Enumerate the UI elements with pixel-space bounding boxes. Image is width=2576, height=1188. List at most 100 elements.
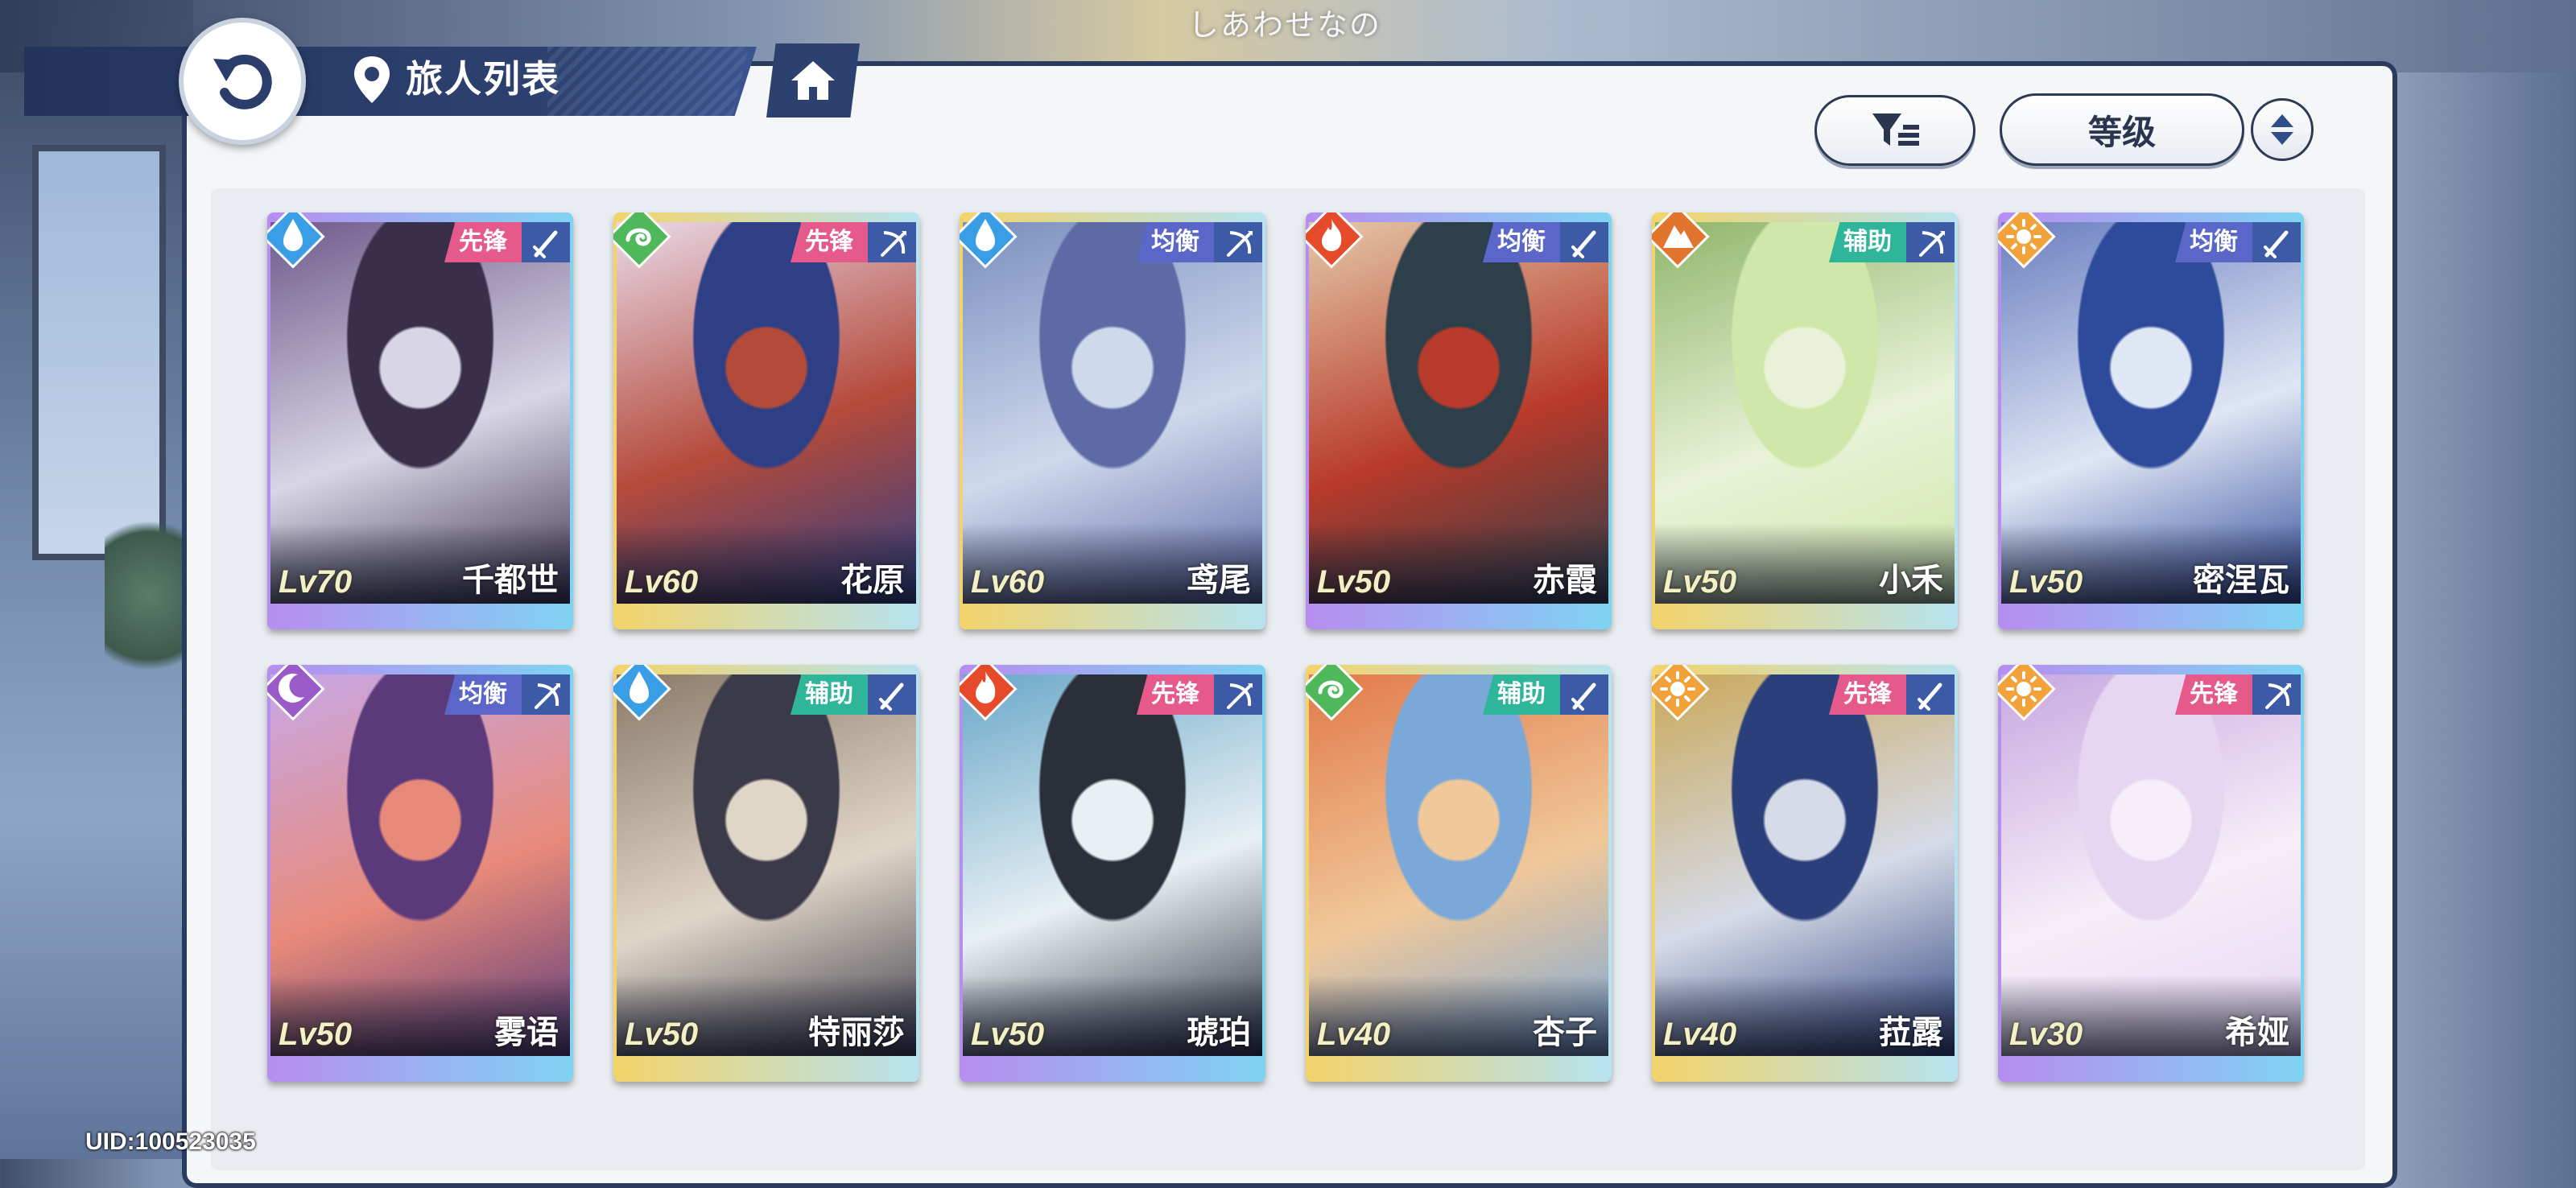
role-badge: 辅助: [1829, 222, 1906, 262]
role-badge: 均衡: [1137, 222, 1214, 262]
level-label: Lv50: [971, 1017, 1045, 1052]
role-badge: 均衡: [444, 674, 522, 715]
dark-moon-icon: [267, 665, 325, 721]
rarity-band: [267, 604, 573, 629]
level-label: Lv50: [1663, 564, 1737, 600]
character-name: 密涅瓦: [2193, 563, 2289, 598]
light-sun-icon: [1998, 665, 2056, 721]
character-card[interactable]: 辅助 Lv40 杏子: [1306, 665, 1612, 1082]
water-drop-icon: [613, 665, 671, 721]
sort-descending-icon: [2271, 132, 2293, 145]
role-badge: 均衡: [2175, 222, 2252, 262]
user-id: UID:100523035: [85, 1128, 256, 1155]
sword-icon: [1560, 674, 1608, 715]
rarity-band: [960, 604, 1265, 629]
level-label: Lv60: [625, 564, 699, 600]
sword-icon: [1560, 222, 1608, 262]
character-name: 花原: [840, 563, 905, 598]
background-window: [32, 145, 166, 560]
role-badge: 均衡: [1483, 222, 1560, 262]
character-name: 琥珀: [1187, 1015, 1251, 1050]
back-arrow-icon: [213, 54, 272, 109]
level-label: Lv40: [1317, 1017, 1391, 1052]
bow-icon: [1214, 674, 1262, 715]
light-sun-icon: [1998, 212, 2056, 269]
rarity-band: [1652, 1056, 1958, 1082]
rarity-band: [1998, 604, 2304, 629]
character-card[interactable]: 均衡 Lv50 赤霞: [1306, 212, 1612, 629]
earth-mountain-icon: [1652, 212, 1710, 269]
character-name: 小禾: [1879, 563, 1943, 598]
character-card[interactable]: 先锋 Lv50 琥珀: [960, 665, 1265, 1082]
bow-icon: [1214, 222, 1262, 262]
character-card[interactable]: 均衡 Lv50 密涅瓦: [1998, 212, 2304, 629]
character-card[interactable]: 先锋 Lv40 菈露: [1652, 665, 1958, 1082]
character-name: 希娅: [2225, 1015, 2289, 1050]
sort-order-toggle[interactable]: [2251, 98, 2314, 161]
character-name: 赤霞: [1533, 563, 1597, 598]
header-bar-pattern: [547, 47, 749, 116]
rarity-band: [1998, 1056, 2304, 1082]
role-badge: 辅助: [1483, 674, 1560, 715]
home-button[interactable]: [766, 43, 860, 118]
character-card[interactable]: 先锋 Lv70 千都世: [267, 212, 573, 629]
rarity-band: [613, 1056, 919, 1082]
bow-icon: [2252, 674, 2301, 715]
rarity-band: [1306, 1056, 1612, 1082]
filter-icon: [1872, 113, 1919, 146]
rarity-band: [1652, 604, 1958, 629]
fire-flame-icon: [1306, 212, 1364, 269]
sword-icon: [522, 222, 570, 262]
role-badge: 辅助: [791, 674, 868, 715]
bow-icon: [868, 222, 916, 262]
water-drop-icon: [960, 212, 1018, 269]
home-icon: [791, 61, 835, 100]
water-drop-icon: [267, 212, 325, 269]
role-badge: 先锋: [791, 222, 868, 262]
character-card[interactable]: 均衡 Lv50 雾语: [267, 665, 573, 1082]
character-card[interactable]: 均衡 Lv60 鸢尾: [960, 212, 1265, 629]
rarity-band: [1306, 604, 1612, 629]
sort-ascending-icon: [2271, 114, 2293, 127]
filter-button[interactable]: [1814, 95, 1975, 166]
page-title: 旅人列表: [406, 58, 560, 100]
level-label: Lv30: [2009, 1017, 2083, 1052]
role-badge: 先锋: [1137, 674, 1214, 715]
character-name: 特丽莎: [808, 1015, 905, 1050]
role-badge: 先锋: [2175, 674, 2252, 715]
character-card[interactable]: 先锋 Lv30 希娅: [1998, 665, 2304, 1082]
rarity-band: [960, 1056, 1265, 1082]
background-plant: [105, 499, 193, 692]
character-name: 雾语: [494, 1015, 559, 1050]
character-name: 菈露: [1879, 1015, 1943, 1050]
character-name: 千都世: [462, 563, 559, 598]
fire-flame-icon: [960, 665, 1018, 721]
sword-icon: [868, 674, 916, 715]
sword-icon: [1906, 674, 1955, 715]
level-label: Lv70: [279, 564, 353, 600]
dialogue-subtitle: しあわせなの: [1188, 9, 1382, 43]
bow-icon: [1906, 222, 1955, 262]
level-label: Lv50: [279, 1017, 353, 1052]
role-badge: 先锋: [444, 222, 522, 262]
character-grid: 先锋 Lv70 千都世 先锋 Lv60 花原 均衡 Lv60 鸢尾 均衡 Lv50 赤霞 辅助 Lv50 小…: [267, 212, 2312, 1082]
level-label: Lv50: [625, 1017, 699, 1052]
character-card[interactable]: 先锋 Lv60 花原: [613, 212, 919, 629]
character-card[interactable]: 辅助 Lv50 小禾: [1652, 212, 1958, 629]
character-name: 杏子: [1533, 1015, 1597, 1050]
character-card[interactable]: 辅助 Lv50 特丽莎: [613, 665, 919, 1082]
light-sun-icon: [1652, 665, 1710, 721]
sort-by-level-button[interactable]: 等级: [2000, 93, 2244, 166]
level-label: Lv60: [971, 564, 1045, 600]
level-label: Lv50: [1317, 564, 1391, 600]
wind-swirl-icon: [1306, 665, 1364, 721]
rarity-band: [267, 1056, 573, 1082]
role-badge: 先锋: [1829, 674, 1906, 715]
character-name: 鸢尾: [1187, 563, 1251, 598]
rarity-band: [613, 604, 919, 629]
level-label: Lv50: [2009, 564, 2083, 600]
bow-icon: [522, 674, 570, 715]
back-button[interactable]: [179, 18, 306, 145]
location-pin-icon: [354, 56, 390, 103]
sword-icon: [2252, 222, 2301, 262]
